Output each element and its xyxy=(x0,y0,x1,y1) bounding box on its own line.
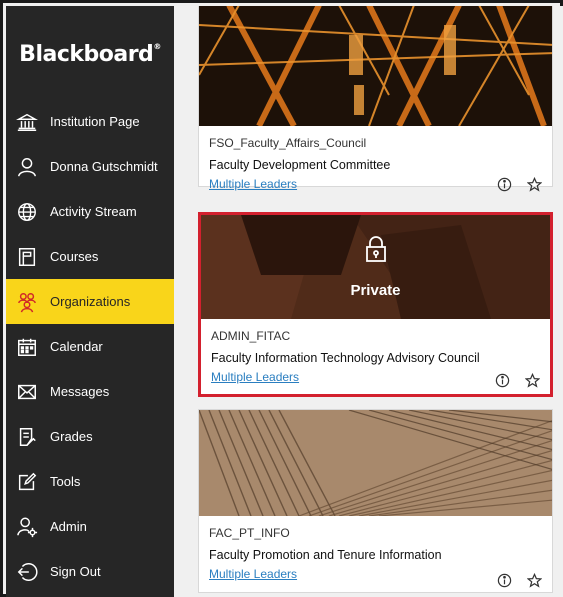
brand-name: Blackboard xyxy=(19,42,154,67)
nav-item-admin[interactable]: Admin xyxy=(6,504,174,549)
organization-card-private[interactable]: Private ADMIN_FITAC Faculty Information … xyxy=(198,212,553,397)
user-icon xyxy=(16,156,38,178)
banner-image xyxy=(199,410,552,516)
app-frame: Blackboard® Institution Page Donna Gutsc… xyxy=(0,0,563,597)
star-icon[interactable] xyxy=(526,176,542,192)
organization-name[interactable]: Faculty Development Committee xyxy=(209,155,542,175)
card-body: FAC_PT_INFO Faculty Promotion and Tenure… xyxy=(199,516,552,597)
info-icon[interactable] xyxy=(494,372,510,388)
nav-item-profile[interactable]: Donna Gutschmidt xyxy=(6,144,174,189)
nav-item-messages[interactable]: Messages xyxy=(6,369,174,414)
nav-item-calendar[interactable]: Calendar xyxy=(6,324,174,369)
nav-label: Courses xyxy=(50,249,99,264)
organizations-icon xyxy=(16,291,38,313)
private-label: Private xyxy=(350,282,401,299)
nav-label: Grades xyxy=(50,429,93,444)
trademark-mark: ® xyxy=(153,42,161,51)
grades-icon xyxy=(16,426,38,448)
organization-name[interactable]: Faculty Promotion and Tenure Information xyxy=(209,545,542,565)
organization-name[interactable]: Faculty Information Technology Advisory … xyxy=(211,348,540,368)
info-icon[interactable] xyxy=(496,176,512,192)
organization-card[interactable]: FSO_Faculty_Affairs_Council Faculty Deve… xyxy=(198,6,553,192)
organization-id: ADMIN_FITAC xyxy=(211,329,291,343)
organization-card[interactable]: FAC_PT_INFO Faculty Promotion and Tenure… xyxy=(198,409,553,593)
brand-logo[interactable]: Blackboard® xyxy=(6,42,174,67)
star-icon[interactable] xyxy=(524,372,540,388)
organization-id: FAC_PT_INFO xyxy=(209,526,290,540)
card-body: FSO_Faculty_Affairs_Council Faculty Deve… xyxy=(199,126,552,196)
banner-image xyxy=(199,6,552,126)
nav-label: Organizations xyxy=(50,294,131,309)
multiple-leaders-link[interactable]: Multiple Leaders xyxy=(209,175,542,193)
nav-item-courses[interactable]: Courses xyxy=(6,234,174,279)
star-icon[interactable] xyxy=(526,572,542,588)
nav-item-tools[interactable]: Tools xyxy=(6,459,174,504)
nav-label: Activity Stream xyxy=(50,204,137,219)
nav-item-activity-stream[interactable]: Activity Stream xyxy=(6,189,174,234)
multiple-leaders-link[interactable]: Multiple Leaders xyxy=(211,368,540,386)
sidebar-nav: Institution Page Donna Gutschmidt Activi… xyxy=(6,99,174,594)
sidebar: Blackboard® Institution Page Donna Gutsc… xyxy=(6,6,174,597)
nav-label: Donna Gutschmidt xyxy=(50,159,158,174)
nav-item-organizations[interactable]: Organizations xyxy=(6,279,174,324)
nav-item-grades[interactable]: Grades xyxy=(6,414,174,459)
organizations-list: FSO_Faculty_Affairs_Council Faculty Deve… xyxy=(174,6,563,597)
nav-item-institution-page[interactable]: Institution Page xyxy=(6,99,174,144)
globe-icon xyxy=(16,201,38,223)
nav-label: Messages xyxy=(50,384,110,399)
banner-image: Private xyxy=(201,215,550,319)
nav-label: Calendar xyxy=(50,339,103,354)
info-icon[interactable] xyxy=(496,572,512,588)
nav-label: Admin xyxy=(50,519,87,534)
lock-icon xyxy=(364,235,388,268)
nav-label: Institution Page xyxy=(50,114,140,129)
organization-id: FSO_Faculty_Affairs_Council xyxy=(209,136,367,150)
nav-label: Sign Out xyxy=(50,564,101,579)
nav-label: Tools xyxy=(50,474,81,489)
admin-icon xyxy=(16,516,38,538)
sign-out-icon xyxy=(16,561,38,583)
tools-icon xyxy=(16,471,38,493)
envelope-icon xyxy=(16,381,38,403)
card-body: ADMIN_FITAC Faculty Information Technolo… xyxy=(201,319,550,396)
calendar-icon xyxy=(16,336,38,358)
courses-icon xyxy=(16,246,38,268)
nav-item-sign-out[interactable]: Sign Out xyxy=(6,549,174,594)
multiple-leaders-link[interactable]: Multiple Leaders xyxy=(209,565,542,583)
private-overlay: Private xyxy=(201,215,550,319)
institution-icon xyxy=(16,111,38,133)
